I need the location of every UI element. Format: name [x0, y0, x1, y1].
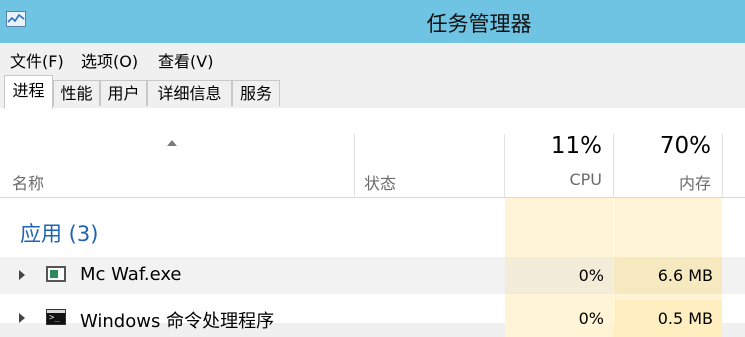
- group-apps-title: 应用 (3): [20, 222, 99, 246]
- process-memory: 6.6 MB: [657, 266, 713, 285]
- menu-view[interactable]: 查看(V): [158, 48, 213, 72]
- column-cpu-header[interactable]: CPU: [505, 170, 602, 189]
- process-name: Mc Waf.exe: [80, 264, 182, 285]
- menu-file[interactable]: 文件(F): [10, 48, 64, 72]
- process-name: Windows 命令处理程序: [80, 311, 275, 332]
- process-list-panel: 名称 状态 11% CPU 70% 内存 应用 (3) Mc Waf.exe 0…: [0, 108, 745, 337]
- tab-details[interactable]: 详细信息: [147, 80, 232, 106]
- app-window-icon: [46, 266, 66, 282]
- task-manager-icon: [6, 11, 26, 27]
- column-divider[interactable]: [722, 134, 723, 197]
- process-cpu: 0%: [578, 266, 604, 285]
- column-divider[interactable]: [354, 134, 355, 197]
- column-memory-header[interactable]: 内存: [614, 170, 711, 194]
- window-title: 任务管理器: [426, 12, 532, 36]
- sort-ascending-icon[interactable]: [167, 140, 177, 146]
- menu-options[interactable]: 选项(O): [81, 48, 138, 72]
- process-memory: 0.5 MB: [657, 309, 713, 328]
- expand-chevron-icon[interactable]: [19, 270, 25, 280]
- tab-processes[interactable]: 进程: [4, 75, 53, 109]
- table-row[interactable]: Mc Waf.exe 0% 6.6 MB: [0, 257, 745, 294]
- expand-chevron-icon[interactable]: [19, 313, 25, 323]
- column-status-header[interactable]: 状态: [364, 170, 396, 194]
- column-header-row: 名称 状态 11% CPU 70% 内存: [0, 108, 745, 198]
- tab-services[interactable]: 服务: [232, 80, 280, 106]
- cpu-total-percent[interactable]: 11%: [505, 133, 602, 159]
- title-bar[interactable]: 任务管理器: [0, 0, 745, 43]
- column-name-header[interactable]: 名称: [12, 170, 44, 194]
- memory-total-percent[interactable]: 70%: [614, 133, 711, 159]
- table-row[interactable]: >_ Windows 命令处理程序 0% 0.5 MB: [0, 300, 745, 337]
- menu-bar: 文件(F) 选项(O) 查看(V): [0, 43, 745, 72]
- tab-performance[interactable]: 性能: [53, 80, 100, 106]
- process-cpu: 0%: [578, 309, 604, 328]
- tab-strip: 进程 性能 用户 详细信息 服务: [0, 72, 745, 109]
- tab-users[interactable]: 用户: [100, 80, 147, 106]
